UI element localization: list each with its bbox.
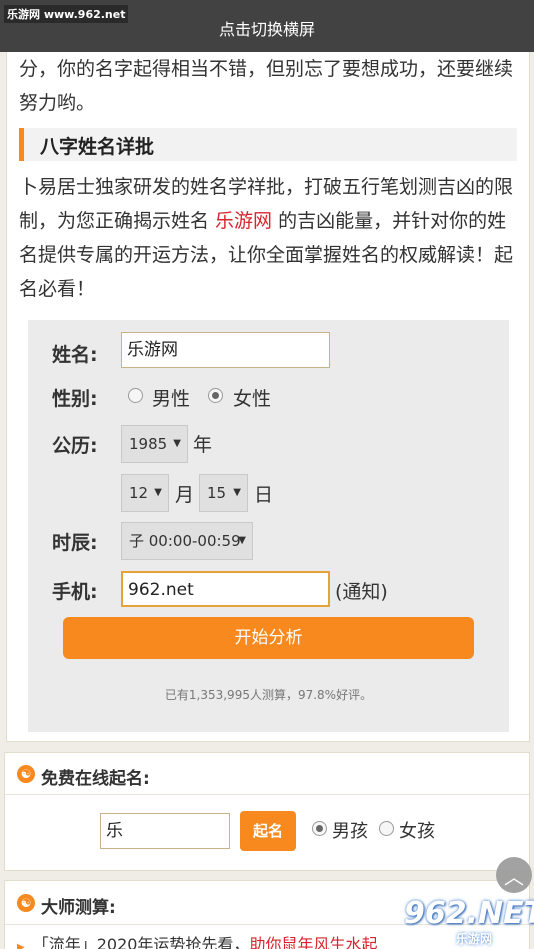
scroll-to-top-button[interactable]: ︿	[496, 857, 532, 893]
description: 卜易居士独家研发的姓名学祥批，打破五行笔划测吉凶的限制，为您正确揭示姓名 乐游网…	[19, 170, 521, 306]
year-value: 1985	[129, 435, 168, 453]
name-label: 姓名:	[52, 344, 98, 366]
top-bar: 乐游网 www.962.net 点击切换横屏	[0, 0, 534, 52]
intro-text: 分，你的名字起得相当不错，但别忘了要想成功，还要继续努力哟。	[19, 58, 514, 114]
calendar-label: 公历:	[52, 435, 98, 457]
free-naming-title: 免费在线起名:	[41, 769, 150, 789]
girl-label: 女孩	[399, 821, 435, 842]
free-naming-card: ☯ 免费在线起名: 乐 起名 男孩 女孩	[4, 752, 530, 871]
year-select[interactable]: 1985 ▼	[121, 425, 188, 463]
section-header: 八字姓名详批	[19, 128, 517, 161]
gender-female-label: 女性	[233, 388, 272, 410]
month-unit: 月	[175, 484, 195, 506]
phone-input[interactable]: 962.net	[121, 571, 330, 607]
surname-input[interactable]: 乐	[100, 813, 230, 849]
month-select[interactable]: 12 ▼	[121, 474, 169, 512]
gender-male-label: 男性	[152, 388, 191, 410]
news-prefix: 「流年」2020年运势抢先看，	[32, 935, 250, 949]
gender-female-radio[interactable]	[208, 388, 223, 403]
hour-label: 时辰:	[52, 532, 98, 554]
section-title: 八字姓名详批	[40, 136, 155, 158]
free-naming-header: ☯ 免费在线起名:	[5, 753, 529, 795]
gender-male-radio[interactable]	[128, 388, 143, 403]
triangle-down-icon: ▼	[154, 487, 162, 498]
year-unit: 年	[193, 434, 213, 456]
analysis-card: 分，你的名字起得相当不错，但别忘了要想成功，还要继续努力哟。 八字姓名详批 卜易…	[6, 52, 530, 742]
triangle-down-icon: ▼	[173, 438, 181, 449]
name-analysis-form: 姓名: 乐游网 性别: 男性 女性 公历: 1985 ▼ 年 12 ▼ 月 15…	[28, 320, 509, 732]
chevron-up-icon: ︿	[504, 865, 524, 889]
boy-radio[interactable]	[312, 821, 327, 836]
description-highlight: 乐游网	[215, 210, 273, 232]
triangle-down-icon: ▼	[238, 535, 246, 546]
triangle-down-icon: ▼	[233, 487, 241, 498]
gender-label: 性别:	[52, 388, 98, 410]
taiji-icon: ☯	[17, 765, 35, 783]
taiji-icon: ☯	[17, 894, 35, 912]
day-select[interactable]: 15 ▼	[199, 474, 248, 512]
phone-label: 手机:	[52, 581, 98, 603]
name-input[interactable]: 乐游网	[121, 332, 330, 368]
day-unit: 日	[254, 484, 274, 506]
master-title: 大师测算:	[41, 898, 116, 918]
month-value: 12	[129, 484, 149, 502]
watermark-small: 乐游网	[456, 932, 493, 946]
phone-note: (通知)	[335, 581, 388, 603]
start-analysis-button[interactable]: 开始分析	[63, 617, 474, 659]
hour-value: 子 00:00-00:59	[129, 532, 241, 550]
watermark-big: 962.NET	[404, 896, 534, 931]
watermark-logo: 962.NET 乐游网	[394, 896, 534, 946]
news-link[interactable]: ▶ 「流年」2020年运势抢先看，助你鼠年风生水起	[17, 931, 377, 949]
generate-name-button[interactable]: 起名	[240, 811, 296, 851]
girl-radio[interactable]	[379, 821, 394, 836]
stats-text: 已有1,353,995人测算，97.8%好评。	[164, 688, 373, 702]
news-highlight: 助你鼠年风生水起	[249, 935, 378, 949]
hour-select[interactable]: 子 00:00-00:59 ▼	[121, 522, 253, 560]
boy-label: 男孩	[332, 821, 368, 842]
day-value: 15	[207, 484, 227, 502]
rotate-screen-button[interactable]: 点击切换横屏	[0, 16, 534, 40]
triangle-right-icon: ▶	[17, 942, 25, 949]
